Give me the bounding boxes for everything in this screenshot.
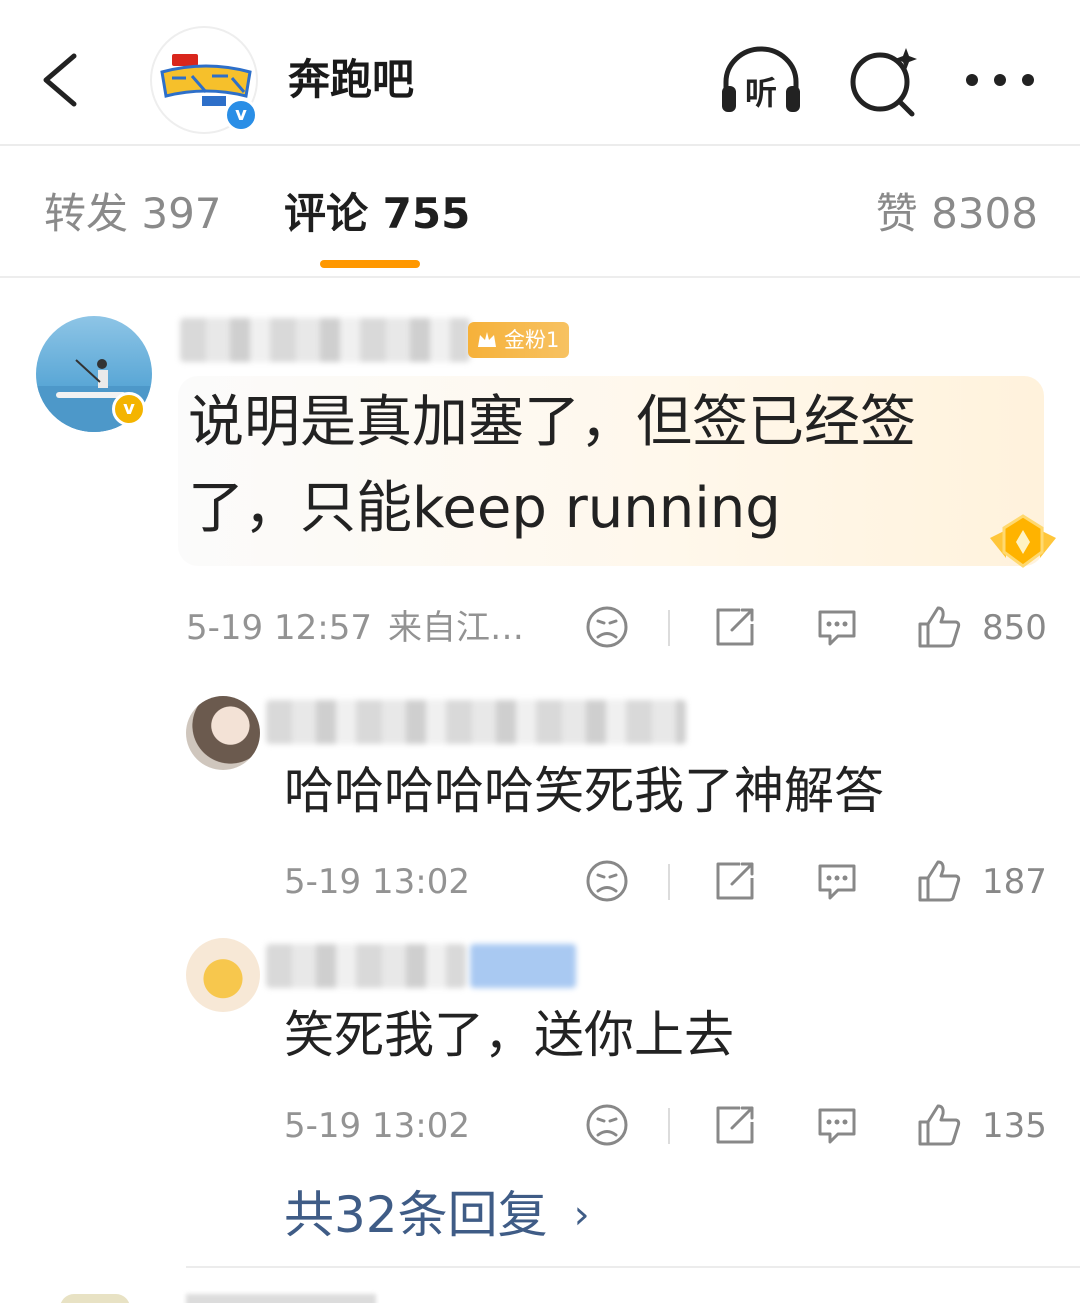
comment-icon[interactable] — [814, 604, 860, 650]
verified-badge-icon: v — [224, 98, 258, 132]
headphones-icon: 听 — [722, 46, 800, 112]
channel-avatar[interactable]: v — [150, 26, 258, 134]
like-count: 850 — [982, 608, 1047, 648]
share-icon[interactable] — [712, 1102, 758, 1148]
action-separator — [668, 1108, 670, 1144]
active-tab-indicator — [320, 260, 420, 268]
next-comment-name-blurred[interactable] — [186, 1294, 376, 1303]
top-nav-bar: v 奔跑吧 听 — [0, 0, 1080, 146]
dislike-face-icon[interactable] — [584, 1102, 630, 1148]
reply-name-blurred[interactable] — [266, 700, 686, 744]
badge-label: 金粉1 — [504, 328, 560, 352]
comment-icon[interactable] — [814, 858, 860, 904]
reply-time: 5-19 13:02 — [284, 1106, 470, 1146]
divider — [186, 1266, 1080, 1268]
gold-medal-icon — [990, 514, 1056, 568]
comment-time: 5-19 12:57 — [186, 608, 372, 648]
reply-text[interactable]: 笑死我了，送你上去 — [284, 1000, 734, 1070]
channel-title[interactable]: 奔跑吧 — [288, 50, 414, 110]
back-arrow-icon[interactable] — [36, 50, 86, 110]
share-icon[interactable] — [712, 604, 758, 650]
verified-gold-badge-icon: v — [112, 392, 146, 426]
action-separator — [668, 610, 670, 646]
dislike-face-icon[interactable] — [584, 858, 630, 904]
more-replies-label: 共32条回复 — [284, 1186, 548, 1244]
search-sparkle-icon[interactable] — [842, 44, 928, 118]
reply-avatar[interactable] — [186, 696, 260, 770]
gold-fan-badge[interactable]: 金粉1 — [468, 322, 570, 358]
reply-avatar[interactable] — [186, 938, 260, 1012]
share-icon[interactable] — [712, 858, 758, 904]
thumbs-up-icon[interactable] — [916, 1102, 962, 1148]
tab-bar: 转发 397 评论 755 赞 8308 — [0, 148, 1080, 278]
reply-name-blurred[interactable] — [266, 944, 466, 988]
commenter-name-blurred[interactable] — [180, 318, 470, 362]
listen-label: 听 — [745, 74, 777, 112]
dislike-face-icon[interactable] — [584, 604, 630, 650]
comment-icon[interactable] — [814, 1102, 860, 1148]
thumbs-up-icon[interactable] — [916, 858, 962, 904]
crown-icon — [478, 332, 496, 347]
reply-badge-blurred[interactable] — [470, 944, 576, 988]
action-separator — [668, 864, 670, 900]
tab-repost[interactable]: 转发 397 — [44, 186, 222, 242]
comment-source: 来自江… — [388, 608, 524, 648]
like-count: 187 — [982, 862, 1047, 902]
like-count: 135 — [982, 1106, 1047, 1146]
listen-button[interactable]: 听 — [718, 44, 804, 118]
comment-text[interactable]: 说明是真加塞了，但签已经签了，只能keep running — [188, 380, 1008, 552]
more-dots-icon[interactable] — [960, 44, 1040, 118]
thumbs-up-icon[interactable] — [916, 604, 962, 650]
chevron-right-icon: › — [573, 1192, 590, 1238]
next-comment-avatar[interactable] — [60, 1294, 130, 1303]
tab-comments[interactable]: 评论 755 — [284, 186, 470, 242]
reply-text[interactable]: 哈哈哈哈哈笑死我了神解答 — [284, 756, 884, 826]
tab-likes[interactable]: 赞 8308 — [876, 186, 1038, 242]
view-more-replies-link[interactable]: 共32条回复 › — [284, 1182, 590, 1248]
reply-time: 5-19 13:02 — [284, 862, 470, 902]
